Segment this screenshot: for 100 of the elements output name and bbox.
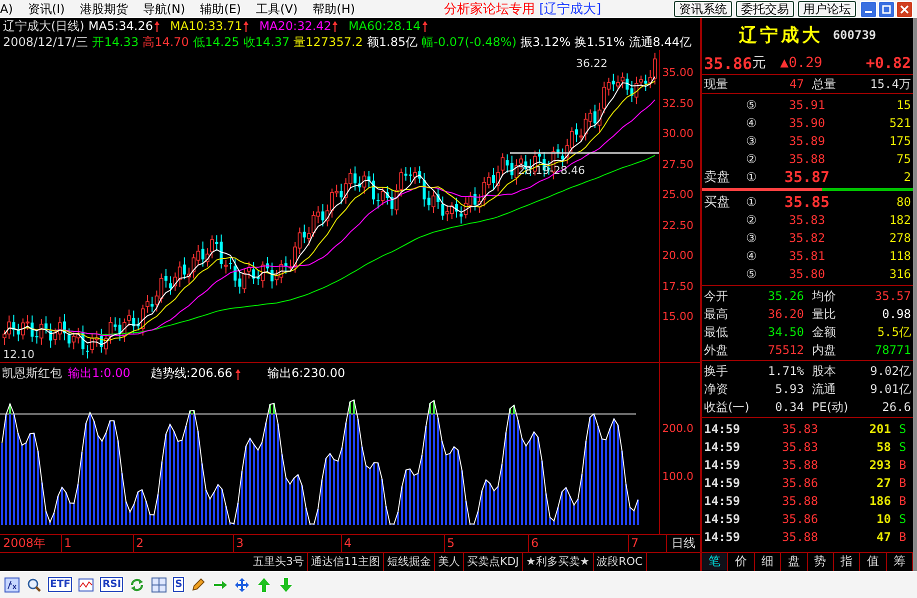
toolbar-button[interactable]: 资讯系统: [674, 1, 732, 17]
menu-item[interactable]: 工具(V): [250, 0, 307, 18]
trade-price: 35.83: [780, 440, 820, 454]
menu-item[interactable]: 帮助(H): [306, 0, 364, 18]
menu-item[interactable]: 港股期货: [74, 0, 137, 18]
minimize-icon: [865, 11, 872, 13]
order-level: ③: [746, 231, 758, 245]
order-volume: 118: [888, 249, 911, 263]
field-label: 收益(一): [704, 398, 750, 416]
order-volume: 521: [888, 116, 911, 130]
field-value: 0.34: [774, 400, 804, 414]
maximize-button[interactable]: [878, 0, 895, 18]
axis-label: 15.00: [661, 309, 695, 325]
trade-volume: 201: [868, 422, 891, 436]
indicator-value: 输出1:0.00: [68, 365, 130, 382]
quote-field: 换1.51%: [574, 34, 625, 50]
order-price: 35.81: [788, 249, 826, 263]
order-price: 35.90: [788, 116, 826, 130]
close-icon: [900, 4, 909, 14]
low-price-label: 12.10: [3, 348, 34, 361]
maximize-icon: [882, 4, 891, 14]
price-unit: 元: [752, 54, 766, 72]
trade-time: 14:59: [704, 494, 742, 508]
app-title: 分析家论坛专用: [444, 1, 536, 18]
quote-field: 流通8.44亿: [628, 34, 692, 50]
toolbar-button[interactable]: 用户论坛: [798, 1, 856, 17]
order-price: 35.89: [788, 134, 826, 148]
order-volume: 2: [902, 170, 911, 184]
pencil-icon[interactable]: [190, 576, 206, 592]
trade-time: 14:59: [704, 422, 742, 436]
field-label: 金额: [812, 324, 837, 340]
last-price: 35.86: [704, 54, 752, 72]
panel-tab[interactable]: 笔: [702, 553, 728, 571]
axis-label: 200.0: [661, 423, 695, 436]
order-level: ⑤: [746, 98, 758, 112]
quote-field: 额1.85亿: [366, 34, 418, 50]
month-label: 5: [445, 535, 529, 552]
order-level: ④: [746, 249, 758, 263]
menu-item[interactable]: 辅助(E): [194, 0, 250, 18]
formula-icon[interactable]: [4, 576, 20, 592]
quote-field: 低14.25: [192, 34, 240, 50]
trade-time: 14:59: [704, 476, 742, 490]
field-value: 5.93: [774, 382, 804, 396]
field-label: 最高: [704, 306, 729, 322]
line-chart-icon[interactable]: [78, 576, 94, 592]
field-value: 5.5亿: [876, 324, 911, 340]
menu-item[interactable]: A): [0, 2, 22, 16]
field-label: 总量: [812, 76, 837, 92]
order-volume: 278: [888, 231, 911, 245]
indicator-value: 趋势线:206.66: [150, 365, 232, 382]
order-price: 35.82: [788, 231, 826, 245]
axis-label: 25.00: [661, 187, 695, 203]
field-value: 34.50: [766, 325, 804, 339]
order-price: 35.85: [783, 193, 831, 211]
field-label: 净资: [704, 380, 729, 398]
month-label: 6: [529, 535, 629, 552]
order-level: ⑤: [746, 267, 758, 281]
search-icon[interactable]: [26, 576, 42, 592]
order-volume: 80: [896, 195, 911, 209]
minimize-button[interactable]: [860, 0, 877, 18]
trade-time: 14:59: [704, 512, 742, 526]
refresh-icon[interactable]: [129, 576, 146, 592]
toolbar-button[interactable]: 委托交易: [736, 1, 794, 17]
trade-price: 35.86: [780, 512, 820, 526]
field-label: 量比: [812, 306, 837, 322]
field-value: 35.26: [766, 289, 804, 303]
toolbar-button[interactable]: S: [173, 577, 184, 592]
close-button[interactable]: [896, 0, 913, 18]
toolbar-button[interactable]: ETF: [48, 577, 72, 592]
trade-side: S: [899, 512, 908, 526]
order-side-label: 卖盘: [704, 169, 731, 186]
toolbar-button[interactable]: RSI: [100, 577, 124, 592]
ma-value: MA60:28.14: [348, 18, 421, 34]
grid-icon[interactable]: [151, 576, 168, 592]
trade-time: 14:59: [704, 440, 742, 454]
indicator-value: 输出6:230.00: [267, 365, 346, 382]
chart-title: 辽宁成大(日线): [3, 18, 84, 34]
axis-label: 20.00: [661, 248, 695, 264]
indicator-name: 凯恩斯红包: [2, 365, 62, 382]
trade-price: 35.88: [780, 458, 820, 472]
field-value: 26.6: [881, 400, 911, 414]
trade-price: 35.86: [780, 476, 820, 490]
trade-time: 14:59: [704, 458, 742, 472]
high-price-label: 36.22: [576, 57, 608, 70]
field-value: 1.71%: [766, 364, 804, 378]
ma-value: MA5:34.26: [88, 18, 153, 34]
menu-item[interactable]: 导航(N): [136, 0, 194, 18]
axis-label: 30.00: [661, 126, 695, 142]
order-price: 35.91: [788, 98, 826, 112]
ma-value: MA20:32.42: [259, 18, 332, 34]
axis-label: 27.50: [661, 156, 695, 172]
trade-time: 14:59: [704, 530, 742, 544]
menu-item[interactable]: 资讯(I): [22, 0, 74, 18]
trade-side: B: [899, 530, 908, 544]
move-icon[interactable]: [234, 576, 250, 592]
up-arrow-icon: [154, 20, 160, 32]
order-level: ①: [746, 170, 758, 184]
order-volume: 316: [888, 267, 911, 281]
month-label: 3: [234, 535, 342, 552]
stock-title: [辽宁成大]: [539, 1, 602, 18]
